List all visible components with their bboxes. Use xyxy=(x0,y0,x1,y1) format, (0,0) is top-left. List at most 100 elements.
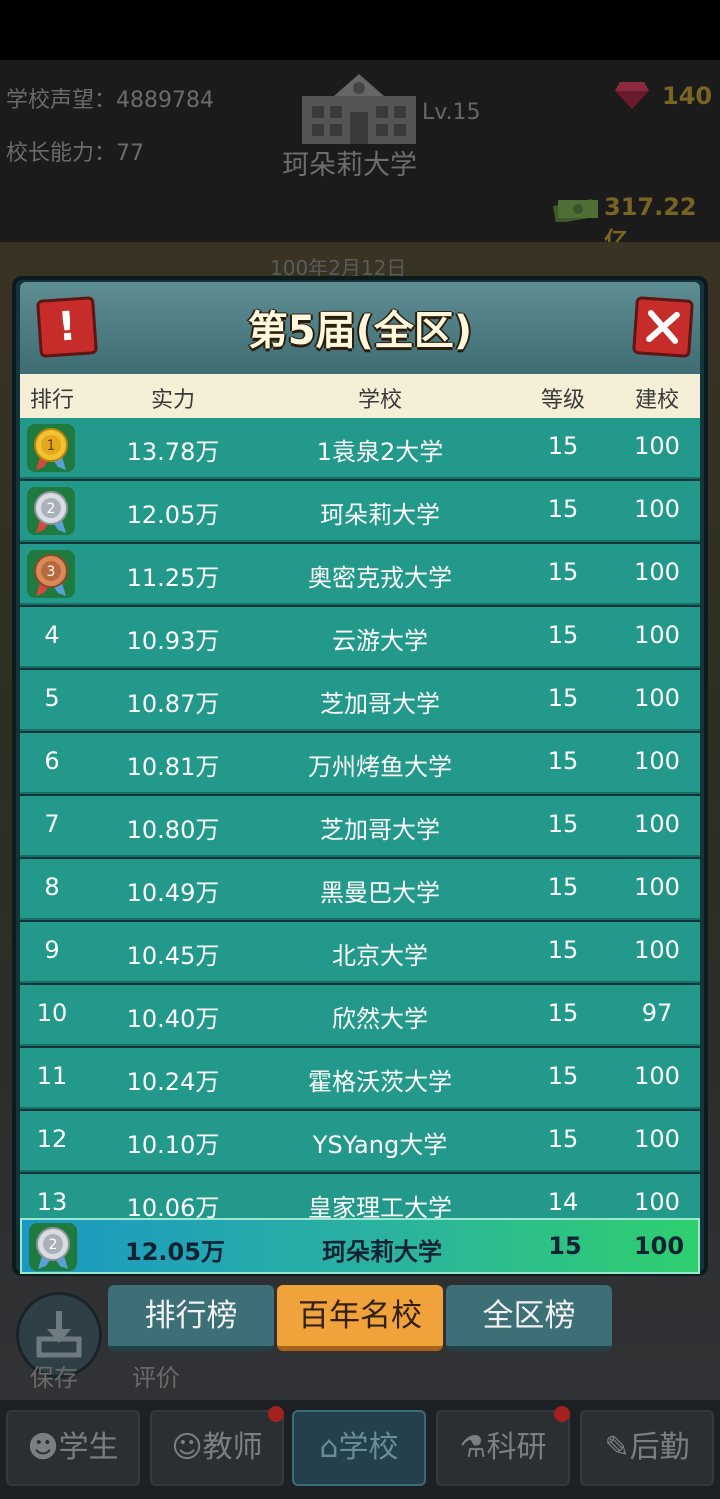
self-level: 15 xyxy=(548,1232,582,1260)
level-value: 15 xyxy=(547,1125,579,1153)
level-value: 15 xyxy=(547,747,579,775)
rank-number: 13 xyxy=(36,1188,68,1216)
rank-number: 3 xyxy=(47,564,56,580)
ability-value: 77 xyxy=(116,141,145,166)
table-row[interactable]: 12 10.10万 YSYang大学 15 100 xyxy=(20,1111,700,1172)
power-value: 10.80万 xyxy=(126,816,220,844)
founded-value: 100 xyxy=(634,621,680,649)
modal-header: ! 第5届(全区) xyxy=(20,282,700,374)
nav-students-label: 学生 xyxy=(58,1430,119,1465)
col-school: 学校 xyxy=(357,388,402,413)
cash-icon xyxy=(552,198,598,222)
table-row[interactable]: 11 10.24万 霍格沃茨大学 15 100 xyxy=(20,1048,700,1109)
power-value: 10.24万 xyxy=(126,1068,220,1096)
table-header: 排行 实力 学校 等级 建校 xyxy=(20,374,700,418)
nav-teachers[interactable]: ☺教师 xyxy=(150,1410,284,1486)
level-value: 15 xyxy=(547,621,579,649)
table-row[interactable]: 8 10.49万 黑曼巴大学 15 100 xyxy=(20,859,700,920)
self-school: 珂朵莉大学 xyxy=(322,1238,442,1266)
ranking-list[interactable]: 1 13.78万 1袁泉2大学 15 100 2 12.05万 珂朵莉大学 15 100 3 11.2… xyxy=(20,418,700,1218)
table-row[interactable]: 6 10.81万 万州烤鱼大学 15 100 xyxy=(20,733,700,794)
clipboard-icon: ✎ xyxy=(604,1430,630,1465)
tab-all-region[interactable]: 全区榜 xyxy=(446,1285,612,1351)
table-row[interactable]: 10 10.40万 欣然大学 15 97 xyxy=(20,985,700,1046)
school-name: 芝加哥大学 xyxy=(320,690,440,718)
ranking-modal: ! 第5届(全区) 排行 实力 学校 等级 建校 1 13.78万 1袁泉2大学 15… xyxy=(12,276,708,1276)
table-row[interactable]: 2 12.05万 珂朵莉大学 15 100 xyxy=(20,481,700,542)
rank-number: 5 xyxy=(44,684,60,712)
level-value: 15 xyxy=(547,432,579,460)
gem-icon xyxy=(615,82,649,109)
power-value: 10.10万 xyxy=(126,1131,220,1159)
table-row[interactable]: 9 10.45万 北京大学 15 100 xyxy=(20,922,700,983)
power-value: 10.06万 xyxy=(126,1194,220,1218)
founded-value: 100 xyxy=(634,747,680,775)
power-value: 11.25万 xyxy=(126,564,220,592)
col-founded: 建校 xyxy=(634,388,679,413)
student-icon: ☻ xyxy=(27,1430,59,1465)
nav-logistics[interactable]: ✎后勤 xyxy=(580,1410,714,1486)
status-bar xyxy=(0,0,720,60)
school-name: 黑曼巴大学 xyxy=(320,879,440,907)
rank-number: 9 xyxy=(44,936,60,964)
research-notification-dot xyxy=(554,1406,570,1422)
school-name: 1袁泉2大学 xyxy=(316,438,444,466)
close-button[interactable] xyxy=(632,296,694,358)
my-school-row[interactable]: 2 12.05万 珂朵莉大学 15 100 xyxy=(20,1218,700,1274)
founded-value: 100 xyxy=(634,936,680,964)
founded-value: 97 xyxy=(641,999,673,1027)
level-value: 15 xyxy=(547,1062,579,1090)
nav-research[interactable]: ⚗科研 xyxy=(436,1410,570,1486)
rank-number: 4 xyxy=(44,621,60,649)
founded-value: 100 xyxy=(634,1188,680,1216)
level-value: 15 xyxy=(547,873,579,901)
level-value: 14 xyxy=(547,1188,579,1216)
nav-students[interactable]: ☻学生 xyxy=(6,1410,140,1486)
school-name: 云游大学 xyxy=(332,627,428,655)
nav-school[interactable]: ⌂学校 xyxy=(292,1410,426,1486)
silver-medal-icon: 2 xyxy=(27,487,75,535)
bottom-nav: ☻学生 ☺教师 ⌂学校 ⚗科研 ✎后勤 xyxy=(0,1400,720,1499)
gold-medal-icon: 1 xyxy=(27,424,75,472)
level-value: 15 xyxy=(547,936,579,964)
rate-button[interactable]: 评价 xyxy=(132,1358,180,1393)
rank-number: 12 xyxy=(36,1125,68,1153)
table-row[interactable]: 3 11.25万 奥密克戎大学 15 100 xyxy=(20,544,700,605)
nav-logistics-label: 后勤 xyxy=(629,1430,690,1465)
school-name: 皇家理工大学 xyxy=(308,1194,452,1218)
school-icon: ⌂ xyxy=(319,1430,339,1465)
table-row[interactable]: 7 10.80万 芝加哥大学 15 100 xyxy=(20,796,700,857)
table-row[interactable]: 1 13.78万 1袁泉2大学 15 100 xyxy=(20,418,700,479)
flask-icon: ⚗ xyxy=(459,1430,487,1465)
col-power: 实力 xyxy=(150,388,195,413)
school-name: 欣然大学 xyxy=(332,1005,428,1033)
tab-century-school[interactable]: 百年名校 xyxy=(277,1285,443,1351)
level-value: 15 xyxy=(547,495,579,523)
ability-stat: 校长能力：77 xyxy=(6,135,144,167)
nav-research-label: 科研 xyxy=(486,1430,547,1465)
table-row[interactable]: 5 10.87万 芝加哥大学 15 100 xyxy=(20,670,700,731)
founded-value: 100 xyxy=(634,684,680,712)
table-row[interactable]: 13 10.06万 皇家理工大学 14 100 xyxy=(20,1174,700,1218)
tab-leaderboard[interactable]: 排行榜 xyxy=(108,1285,274,1351)
gem-count: 140 xyxy=(662,82,713,110)
founded-value: 100 xyxy=(634,495,680,523)
founded-value: 100 xyxy=(634,1125,680,1153)
rank-number: 10 xyxy=(36,999,68,1027)
reputation-stat: 学校声望：4889784 xyxy=(6,82,214,114)
modal-title: 第5届(全区) xyxy=(247,308,473,354)
school-name: 霍格沃茨大学 xyxy=(308,1068,452,1096)
founded-value: 100 xyxy=(634,558,680,586)
self-rank: 2 xyxy=(49,1237,58,1253)
founded-value: 100 xyxy=(634,873,680,901)
rank-number: 6 xyxy=(44,747,60,775)
school-name: 芝加哥大学 xyxy=(320,816,440,844)
power-value: 10.45万 xyxy=(126,942,220,970)
school-building-icon xyxy=(302,74,416,144)
school-name: YSYang大学 xyxy=(312,1131,448,1159)
silver-medal-icon: 2 xyxy=(29,1223,77,1271)
school-level: Lv.15 xyxy=(422,100,481,125)
power-value: 12.05万 xyxy=(126,501,220,529)
table-row[interactable]: 4 10.93万 云游大学 15 100 xyxy=(20,607,700,668)
reputation-value: 4889784 xyxy=(116,88,214,113)
